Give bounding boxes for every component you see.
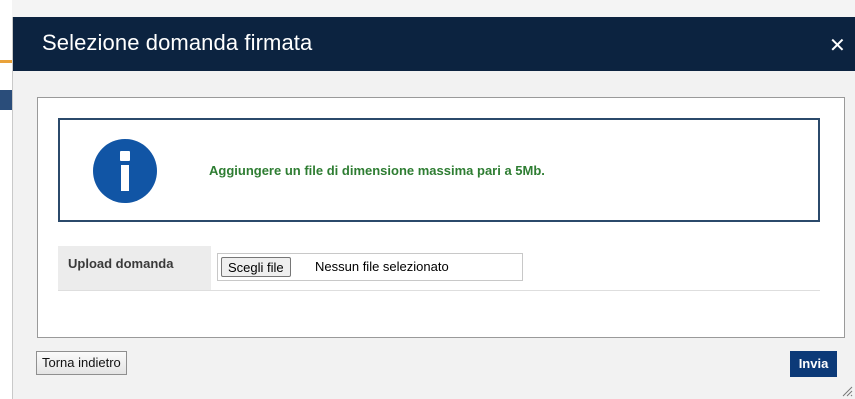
background-accent-line bbox=[0, 60, 12, 63]
dialog-title: Selezione domanda firmata bbox=[42, 30, 313, 55]
close-icon[interactable]: ✕ bbox=[829, 35, 846, 55]
info-box: Aggiungere un file di dimensione massima… bbox=[58, 118, 820, 222]
resize-grip-icon[interactable] bbox=[841, 385, 853, 397]
info-message: Aggiungere un file di dimensione massima… bbox=[209, 163, 545, 178]
back-button[interactable]: Torna indietro bbox=[36, 351, 127, 375]
background-page bbox=[0, 0, 12, 399]
dialog-content-panel: Aggiungere un file di dimensione massima… bbox=[37, 97, 845, 338]
send-button[interactable]: Invia bbox=[790, 351, 837, 377]
file-status-text: Nessun file selezionato bbox=[315, 259, 449, 274]
upload-dialog: Selezione domanda firmata ✕ Aggiungere u… bbox=[12, 17, 855, 399]
file-input[interactable]: Scegli file Nessun file selezionato bbox=[217, 253, 523, 281]
dialog-titlebar: Selezione domanda firmata ✕ bbox=[13, 17, 855, 71]
info-icon bbox=[93, 139, 157, 203]
upload-label: Upload domanda bbox=[68, 256, 174, 271]
upload-label-cell: Upload domanda bbox=[58, 246, 211, 290]
background-nav-fragment bbox=[0, 90, 12, 110]
choose-file-button[interactable]: Scegli file bbox=[221, 257, 291, 277]
upload-row: Upload domanda Scegli file Nessun file s… bbox=[58, 246, 820, 291]
